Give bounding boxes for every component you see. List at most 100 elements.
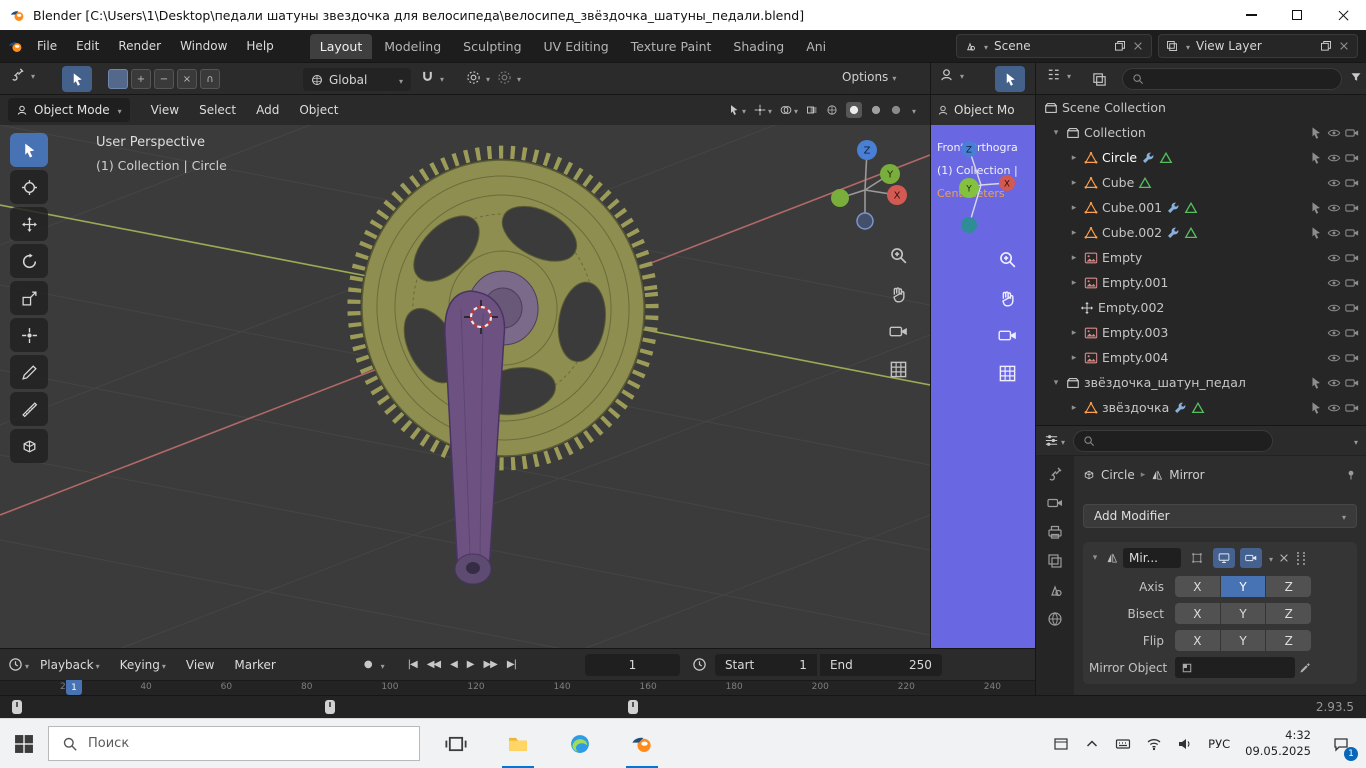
modifier-name-input[interactable] (1123, 548, 1181, 568)
render-visibility-toggle-icon[interactable] (1345, 351, 1359, 365)
new-scene-icon[interactable] (1114, 40, 1126, 52)
minimize-button[interactable] (1228, 0, 1274, 30)
workspace-tab-animation[interactable]: Ani (796, 34, 836, 59)
filter-icon[interactable] (1350, 71, 1362, 83)
mode-selector[interactable]: Object Mode (8, 98, 130, 122)
outliner-row-empty-004[interactable]: Empty.004 (1036, 345, 1366, 370)
pan-button[interactable] (884, 279, 912, 307)
current-frame-field[interactable]: 1 (585, 654, 680, 676)
outliner-item-label[interactable]: Empty.002 (1098, 300, 1164, 315)
outliner-row-cube-001[interactable]: Cube.001 (1036, 195, 1366, 220)
xray-toggle-icon[interactable] (806, 104, 818, 116)
scale-tool[interactable] (10, 281, 48, 315)
menu-keying[interactable]: Keying (111, 654, 175, 676)
snap-magnet-icon[interactable] (420, 70, 435, 85)
outliner-row-sprocket[interactable]: звёздочка (1036, 395, 1366, 420)
render-visibility-toggle-icon[interactable] (1345, 151, 1359, 165)
hide-toggle-icon[interactable] (1327, 126, 1341, 140)
blender-taskbar-button[interactable] (618, 719, 666, 768)
edge-button[interactable] (556, 719, 604, 768)
tab-view-layer-icon[interactable] (1047, 553, 1063, 569)
shading-material-icon[interactable] (870, 104, 882, 116)
menu-add[interactable]: Add (247, 99, 288, 121)
camera-view-button[interactable] (884, 317, 912, 345)
tray-app-icon[interactable] (1053, 736, 1069, 752)
outliner-row-circle[interactable]: Circle (1036, 145, 1366, 170)
tab-scene-icon[interactable] (1047, 582, 1063, 598)
3d-viewport[interactable]: Object Mode View Select Add Object User … (0, 95, 930, 648)
chevron-down-icon[interactable] (910, 103, 916, 117)
outliner-row-empty-003[interactable]: Empty.003 (1036, 320, 1366, 345)
hide-toggle-icon[interactable] (1327, 326, 1341, 340)
tab-world-icon[interactable] (1047, 611, 1063, 627)
frame-end-field[interactable]: End 250 (820, 654, 942, 676)
chevron-down-icon[interactable] (1267, 551, 1273, 565)
disclosure-icon[interactable] (1068, 278, 1080, 288)
network-icon[interactable] (1146, 736, 1162, 752)
timeline-editor-dropdown[interactable] (8, 657, 29, 672)
select-mode-subtract-button[interactable]: − (154, 69, 174, 89)
hide-toggle-icon[interactable] (1327, 176, 1341, 190)
orthographic-toggle-button[interactable] (993, 359, 1021, 387)
outliner-row-empty-001[interactable]: Empty.001 (1036, 270, 1366, 295)
outliner-item-label[interactable]: Scene Collection (1062, 100, 1166, 115)
outliner-search[interactable] (1122, 68, 1342, 90)
render-visibility-toggle-icon[interactable] (1345, 301, 1359, 315)
new-view-layer-icon[interactable] (1320, 40, 1332, 52)
transform-tool[interactable] (10, 318, 48, 352)
outliner-row-collection[interactable]: Collection (1036, 120, 1366, 145)
menu-window[interactable]: Window (171, 35, 236, 57)
view-layer-selector[interactable]: View Layer (1158, 34, 1358, 58)
outliner-row-empty[interactable]: Empty (1036, 245, 1366, 270)
next-keyframe-button[interactable]: ▶▶ (478, 656, 501, 673)
falloff-icon[interactable] (497, 70, 512, 85)
annotate-tool[interactable] (10, 355, 48, 389)
secondary-3d-viewport[interactable]: Object Mo Front Orthogra (1) Collection … (930, 95, 1035, 648)
menu-marker[interactable]: Marker (225, 654, 284, 676)
disclosure-icon[interactable] (1068, 253, 1080, 263)
outliner-row-cube[interactable]: Cube (1036, 170, 1366, 195)
chevron-up-icon[interactable] (1084, 736, 1100, 752)
select-mode-invert-button[interactable]: × (177, 69, 197, 89)
hide-toggle-icon[interactable] (1327, 251, 1341, 265)
volume-icon[interactable] (1177, 736, 1193, 752)
navigation-gizmo[interactable]: Z Y X (812, 133, 912, 233)
disclosure-icon[interactable] (1050, 378, 1062, 388)
workspace-tab-sculpting[interactable]: Sculpting (453, 34, 531, 59)
disclosure-icon[interactable] (1068, 328, 1080, 338)
disclosure-icon[interactable] (1068, 353, 1080, 363)
outliner-item-label[interactable]: Empty.001 (1102, 275, 1168, 290)
zoom-button[interactable] (884, 241, 912, 269)
workspace-tab-shading[interactable]: Shading (723, 34, 794, 59)
close-icon[interactable] (1278, 552, 1290, 564)
axis-negative-handle[interactable] (961, 217, 977, 233)
disclosure-icon[interactable] (1068, 153, 1080, 163)
selectability-dropdown[interactable] (728, 103, 746, 117)
breadcrumb-object[interactable]: Circle (1101, 468, 1135, 482)
outliner-row-empty-002[interactable]: Empty.002 (1036, 295, 1366, 320)
pin-icon[interactable] (1345, 469, 1357, 481)
add-modifier-dropdown[interactable]: Add Modifier (1083, 504, 1357, 528)
jump-to-end-button[interactable]: ▶| (502, 656, 521, 673)
menu-render[interactable]: Render (109, 35, 170, 57)
object-mode-icon[interactable] (939, 67, 954, 82)
render-visibility-toggle-icon[interactable] (1345, 176, 1359, 190)
move-tool[interactable] (10, 207, 48, 241)
outliner-item-label[interactable]: Collection (1084, 125, 1146, 140)
active-tool-button[interactable] (62, 66, 92, 92)
previous-keyframe-button[interactable]: ◀◀ (422, 656, 445, 673)
menu-view[interactable]: View (142, 99, 188, 121)
selectable-toggle-icon[interactable] (1309, 201, 1323, 215)
maximize-button[interactable] (1274, 0, 1320, 30)
menu-edit[interactable]: Edit (67, 35, 108, 57)
hide-toggle-icon[interactable] (1327, 401, 1341, 415)
viewport-area-highlight[interactable]: Front Orthogra (1) Collection | Centimet… (931, 125, 1035, 648)
play-reverse-button[interactable]: ◀ (445, 656, 462, 673)
blender-logo-icon[interactable] (8, 39, 23, 54)
hide-toggle-icon[interactable] (1327, 376, 1341, 390)
options-dropdown[interactable]: Options (842, 70, 896, 84)
close-icon[interactable] (1338, 40, 1350, 52)
select-mode-intersect-button[interactable]: ∩ (200, 69, 220, 89)
hide-toggle-icon[interactable] (1327, 151, 1341, 165)
hide-toggle-icon[interactable] (1327, 301, 1341, 315)
